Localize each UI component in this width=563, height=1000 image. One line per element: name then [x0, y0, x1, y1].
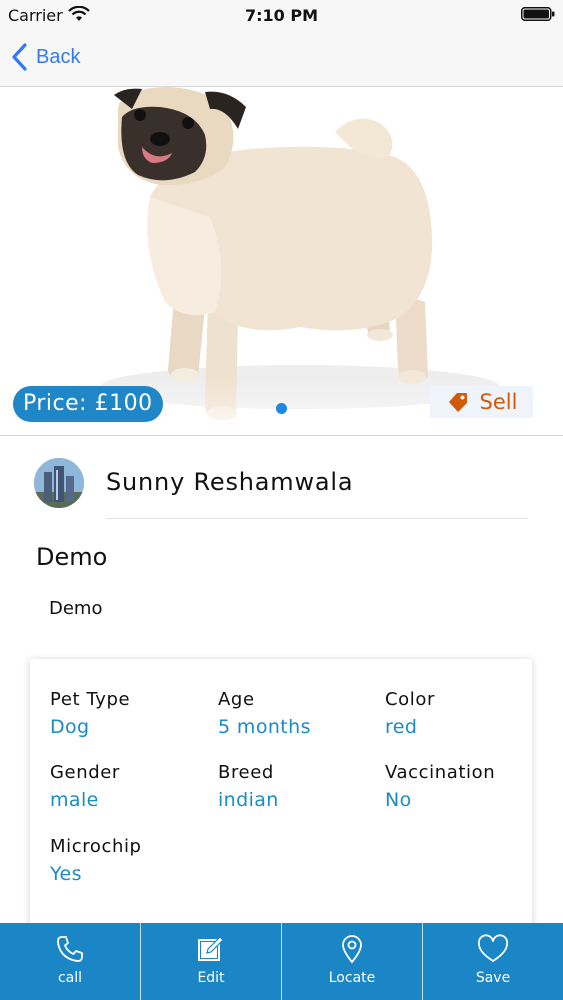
edit-button[interactable]: Edit — [140, 923, 281, 1000]
price-tag-icon — [448, 393, 467, 412]
detail-label: Pet Type — [50, 689, 131, 710]
detail-label: Breed — [218, 762, 274, 783]
locate-button[interactable]: Locate — [281, 923, 422, 1000]
detail-value: Yes — [50, 863, 82, 885]
detail-vaccination: Vaccination No — [385, 762, 495, 811]
detail-label: Color — [385, 689, 435, 710]
page-indicator-dot[interactable] — [276, 403, 287, 414]
detail-label: Microchip — [50, 836, 142, 857]
detail-value: 5 months — [218, 716, 311, 738]
call-label: call — [57, 970, 83, 986]
status-time: 7:10 PM — [244, 6, 318, 25]
owner-name: Sunny Reshamwala — [106, 468, 354, 496]
pet-photo-carousel[interactable]: Price: £100 Sell — [0, 87, 563, 436]
owner-row[interactable]: Sunny Reshamwala — [34, 458, 528, 520]
phone-icon — [57, 936, 83, 962]
listing-description: Demo — [49, 598, 103, 619]
status-bar: Carrier 7:10 PM — [0, 0, 563, 30]
heart-icon — [477, 934, 509, 962]
detail-label: Age — [218, 689, 255, 710]
detail-label: Vaccination — [385, 762, 496, 783]
detail-gender: Gender male — [50, 762, 120, 811]
listing-title: Demo — [36, 543, 108, 571]
edit-label: Edit — [197, 970, 225, 986]
back-button[interactable]: Back — [10, 40, 80, 74]
save-label: Save — [475, 970, 511, 986]
detail-value: No — [385, 789, 412, 811]
detail-label: Gender — [50, 762, 120, 783]
navigation-bar: Back — [0, 30, 563, 87]
call-button[interactable]: call — [0, 923, 140, 1000]
avatar-image — [34, 458, 84, 508]
price-badge: Price: £100 — [13, 386, 163, 422]
detail-microchip: Microchip Yes — [50, 836, 142, 885]
location-pin-icon — [342, 935, 362, 964]
divider — [106, 518, 528, 519]
avatar[interactable] — [34, 458, 84, 508]
pet-details-card: Pet Type Dog Age 5 months Color red Gend… — [30, 659, 532, 939]
back-label: Back — [36, 45, 81, 68]
battery-icon — [521, 7, 555, 21]
sell-label: Sell — [479, 390, 518, 414]
detail-value: indian — [218, 789, 279, 811]
pet-photo — [0, 87, 563, 435]
action-tab-bar: call Edit Locate Save — [0, 923, 563, 1000]
chevron-left-icon — [12, 43, 27, 71]
locate-label: Locate — [328, 970, 376, 986]
detail-value: Dog — [50, 716, 90, 738]
sell-tag: Sell — [430, 386, 533, 418]
detail-value: red — [385, 716, 418, 738]
detail-color: Color red — [385, 689, 435, 738]
edit-icon — [198, 936, 224, 961]
detail-breed: Breed indian — [218, 762, 279, 811]
save-button[interactable]: Save — [422, 923, 563, 1000]
detail-value: male — [50, 789, 99, 811]
detail-pet-type: Pet Type Dog — [50, 689, 130, 738]
detail-age: Age 5 months — [218, 689, 311, 738]
